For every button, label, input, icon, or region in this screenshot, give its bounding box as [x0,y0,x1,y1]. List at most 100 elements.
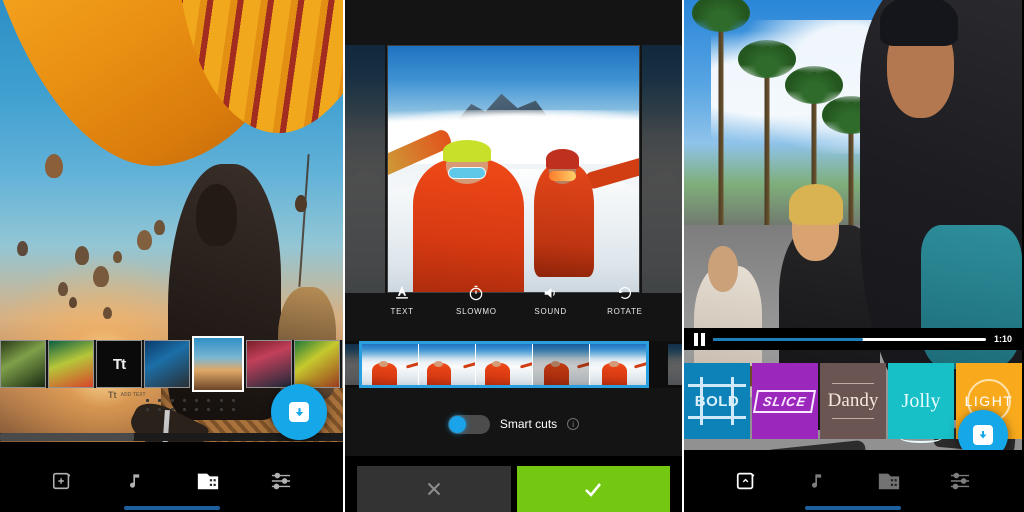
filmstrip-edge-right[interactable] [668,344,682,385]
adjacent-clip-right[interactable] [642,45,682,293]
text-clip-caption: Tt ADD TEXT [108,390,146,400]
action-label: TEXT [390,307,414,316]
action-text[interactable]: TEXT [371,284,433,316]
action-rotate[interactable]: ROTATE [594,284,656,316]
toolbar-item-settings[interactable] [266,466,296,496]
smile-underline [899,433,943,443]
filmstrip-frame[interactable] [590,344,646,385]
adult-cap [880,0,958,47]
adjacent-clip-left[interactable] [345,45,385,293]
toolbar-item-media-library[interactable] [193,466,223,496]
info-icon[interactable]: i [567,418,580,430]
kid-hair [788,184,843,226]
mini-balloon [294,194,307,212]
action-label: SOUND [534,307,567,316]
climber-b-helmet [546,149,579,169]
action-sound[interactable]: SOUND [520,284,582,316]
climber-a-helmet [443,139,491,162]
panel-clip-edit: TEXT SLOWMO SOUND ROTATE Smart cuts i [343,0,684,512]
theme-label: Jolly [901,389,941,412]
toolbar-item-music[interactable] [802,466,832,496]
close-x-icon [427,482,440,496]
filmstrip-edge-left[interactable] [345,344,359,385]
toolbar-item-media-library[interactable] [874,466,904,496]
ornament-line [831,382,875,384]
keyframe-dot-grid [146,399,238,412]
home-indicator [123,506,220,510]
ornament-line [831,418,875,420]
theme-slice[interactable]: SLICE [752,363,818,439]
list-item-text-card[interactable]: Tt [96,340,142,388]
balloon-rope [298,153,310,287]
bottom-toolbar[interactable] [0,450,343,512]
person-head [195,184,237,246]
pause-icon[interactable] [694,332,705,346]
timeline-filmstrip[interactable]: Tt [0,336,343,392]
export-button[interactable] [271,384,327,440]
mini-balloon [92,266,109,288]
mini-balloon [44,153,63,178]
list-item[interactable] [246,340,292,388]
check-icon [585,483,602,497]
bottom-toolbar[interactable] [684,450,1022,512]
theme-jolly[interactable]: Jolly [888,363,954,443]
list-item[interactable] [294,340,340,388]
toolbar-item-settings[interactable] [945,466,975,496]
climber-b-goggles [548,171,577,182]
timeline-scrollbar-thumb[interactable] [0,433,134,441]
action-slowmo[interactable]: SLOWMO [445,284,507,316]
cancel-button[interactable] [357,466,511,512]
filmstrip-frame[interactable] [419,344,476,385]
climber-a-goggles [448,166,486,179]
rotate-icon [616,284,634,302]
woman-head [707,245,739,292]
playback-bar[interactable]: 1:10 [684,328,1022,350]
toggle-knob [448,415,466,433]
progress-fill [713,337,864,341]
filmstrip-frame[interactable] [476,344,533,385]
tt-caption: ADD TEXT [120,392,146,398]
list-item-selected[interactable] [192,336,244,392]
preview-image-summit[interactable] [387,45,640,293]
smart-cuts-toggle[interactable] [447,414,490,434]
filmstrip-frame[interactable] [362,344,419,385]
theme-dandy[interactable]: Dandy [820,363,886,439]
mini-balloon [58,281,69,296]
list-item[interactable] [48,340,94,388]
confirm-bar [345,456,682,512]
mini-balloon [137,230,153,251]
toolbar-item-music[interactable] [120,466,150,496]
playback-time: 1:10 [993,334,1012,344]
progress-track[interactable] [713,337,986,341]
panel-editor-timeline: Tt Tt ADD TEXT [0,0,343,512]
save-export-icon [289,402,309,422]
theme-label: Dandy [827,390,879,411]
text-card-badge: Tt [97,341,141,387]
text-a-icon [393,284,411,302]
panel-theme-picker: 1:10 BOLD SLICE Dandy Jolly LIGHT [684,0,1022,512]
theme-label: LIGHT [964,393,1014,409]
mini-balloon [75,245,90,265]
smart-cuts-row[interactable]: Smart cuts i [345,412,682,436]
save-export-icon [973,425,993,445]
theme-label: SLICE [753,389,817,413]
mini-balloon [68,296,77,308]
tt-glyph: Tt [108,390,117,400]
list-item[interactable] [0,340,46,388]
clip-filmstrip-selection[interactable] [359,341,649,388]
theme-bold[interactable]: BOLD [684,363,750,439]
list-item[interactable] [144,340,190,388]
mini-balloon [154,220,166,236]
action-label: SLOWMO [456,307,497,316]
theme-label: BOLD [687,383,747,419]
home-indicator [805,506,901,510]
clip-action-bar[interactable]: TEXT SLOWMO SOUND ROTATE [345,284,682,328]
mini-balloon [17,240,29,256]
toolbar-item-add-media[interactable] [47,466,77,496]
filmstrip-frame[interactable] [533,344,590,385]
mini-balloon [113,250,123,263]
smart-cuts-label: Smart cuts [499,417,558,431]
confirm-button[interactable] [516,466,670,512]
mini-balloon [102,307,112,320]
toolbar-item-add-media[interactable] [731,466,761,496]
